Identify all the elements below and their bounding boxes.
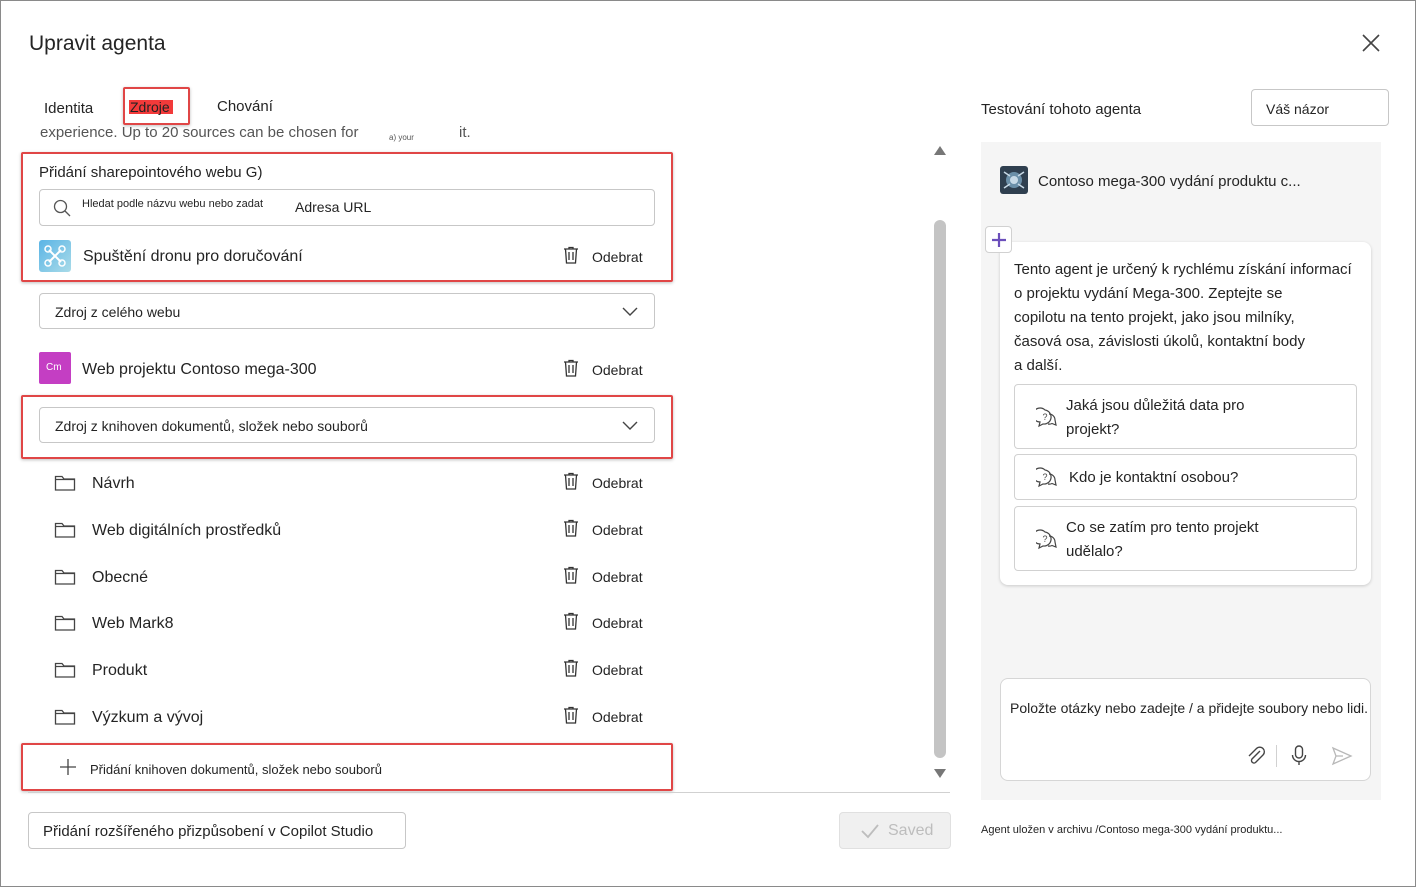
svg-text:?: ? — [1043, 412, 1048, 422]
paperclip-icon[interactable] — [1245, 745, 1267, 767]
agent-description-line: časová osa, závislosti úkolů, kontaktní … — [1014, 333, 1305, 350]
feedback-button[interactable]: Váš názor — [1251, 89, 1389, 126]
folder-icon — [54, 709, 76, 725]
agent-description-line: copilotu na tento projekt, jako jsou mil… — [1014, 309, 1295, 326]
add-library-label: Přidání knihoven dokumentů, složek nebo … — [90, 762, 382, 777]
site-scope-dropdown[interactable]: Zdroj z celého webu — [39, 293, 655, 329]
folder-icon — [54, 662, 76, 678]
folder-name: Výzkum a vývoj — [92, 709, 204, 726]
agent-description-line: a další. — [1014, 357, 1063, 374]
saved-button[interactable]: Saved — [839, 812, 951, 849]
trash-icon[interactable] — [561, 358, 581, 378]
description-cut-small: a) your — [389, 133, 414, 142]
folder-name: Obecné — [92, 569, 149, 586]
trash-icon[interactable] — [561, 518, 581, 538]
suggestion-text: projekt? — [1066, 421, 1120, 438]
description-cut-end: it. — [459, 124, 471, 141]
suggestion-button[interactable]: ? Kdo je kontaktní osobou? — [1014, 454, 1357, 500]
remove-button[interactable]: Odebrat — [592, 709, 643, 725]
trash-icon[interactable] — [561, 658, 581, 678]
chat-input-placeholder: Položte otázky nebo zadejte / a přidejte… — [1010, 700, 1369, 716]
scroll-up-arrow-icon[interactable] — [933, 144, 947, 156]
trash-icon[interactable] — [561, 565, 581, 585]
site-search-placeholder: Hledat podle názvu webu nebo zadat — [82, 198, 264, 210]
save-status: Agent uložen v archivu /Contoso mega-300… — [981, 824, 1283, 836]
description-cut-text: experience. Up to 20 sources can be chos… — [40, 124, 359, 141]
folder-icon — [54, 615, 76, 631]
folder-name: Návrh — [92, 475, 135, 492]
site-name: Spuštění dronu pro doručování — [83, 248, 303, 265]
suggestion-button[interactable]: ? Co se zatím pro tento projekt udělalo? — [1014, 506, 1357, 571]
suggestion-text: Co se zatím pro tento projekt — [1066, 519, 1259, 536]
tab-identity[interactable]: Identita — [44, 100, 93, 117]
remove-button[interactable]: Odebrat — [592, 249, 643, 265]
close-icon[interactable] — [1360, 32, 1382, 54]
suggestion-text: Jaká jsou důležitá data pro — [1066, 397, 1245, 414]
folder-name: Web Mark8 — [92, 615, 174, 632]
suggestion-button[interactable]: ? Jaká jsou důležitá data pro projekt? — [1014, 384, 1357, 449]
sharepoint-label: Přidání sharepointového webu G) — [39, 164, 263, 181]
agent-avatar-icon — [1000, 166, 1028, 194]
microphone-icon[interactable] — [1290, 744, 1308, 768]
site-avatar-initials: Cm — [46, 362, 62, 373]
suggestion-text: udělalo? — [1066, 543, 1123, 560]
remove-button[interactable]: Odebrat — [592, 475, 643, 491]
site-search-input[interactable]: Hledat podle názvu webu nebo zadat Adres… — [39, 189, 655, 226]
add-library-button[interactable]: Přidání knihoven dokumentů, složek nebo … — [40, 751, 640, 785]
plus-icon — [60, 759, 76, 775]
input-separator — [1276, 745, 1277, 767]
test-panel-title: Testování tohoto agenta — [981, 101, 1142, 118]
question-chat-icon: ? — [1036, 529, 1057, 550]
svg-text:?: ? — [1043, 472, 1048, 482]
plus-icon — [992, 233, 1006, 247]
agent-description-line: Tento agent je určený k rychlému získání… — [1014, 261, 1352, 278]
chat-input[interactable]: Položte otázky nebo zadejte / a přidejte… — [1000, 678, 1371, 781]
trash-icon[interactable] — [561, 471, 581, 491]
site-name: Web projektu Contoso mega-300 — [82, 361, 317, 378]
remove-button[interactable]: Odebrat — [592, 362, 643, 378]
site-avatar: Cm — [39, 352, 71, 384]
scroll-down-arrow-icon[interactable] — [933, 768, 947, 780]
send-icon[interactable] — [1331, 746, 1353, 766]
search-icon — [53, 199, 71, 217]
trash-icon[interactable] — [561, 705, 581, 725]
chevron-down-icon — [622, 307, 638, 316]
remove-button[interactable]: Odebrat — [592, 522, 643, 538]
site-scope-dropdown[interactable]: Zdroj z knihoven dokumentů, složek nebo … — [39, 407, 655, 443]
checkmark-icon — [861, 824, 879, 839]
add-button[interactable] — [985, 226, 1012, 253]
suggestion-text: Kdo je kontaktní osobou? — [1069, 469, 1239, 486]
agent-name: Contoso mega-300 vydání produktu c... — [1038, 173, 1301, 190]
svg-text:?: ? — [1043, 534, 1048, 544]
remove-button[interactable]: Odebrat — [592, 569, 643, 585]
saved-label: Saved — [888, 822, 934, 839]
chevron-down-icon — [622, 421, 638, 430]
folder-icon — [54, 569, 76, 585]
agent-description-line: o projektu vydání Mega-300. Zeptejte se — [1014, 285, 1283, 302]
copilot-studio-button[interactable]: Přidání rozšířeného přizpůsobení v Copil… — [28, 812, 406, 849]
tab-sources-outline — [123, 87, 190, 125]
remove-button[interactable]: Odebrat — [592, 662, 643, 678]
tab-behavior[interactable]: Chování — [217, 98, 273, 115]
dropdown-label: Zdroj z celého webu — [55, 304, 181, 320]
folder-icon — [54, 522, 76, 538]
trash-icon[interactable] — [561, 245, 581, 265]
folder-icon — [54, 475, 76, 491]
trash-icon[interactable] — [561, 611, 581, 631]
folder-name: Web digitálních prostředků — [92, 522, 282, 539]
feedback-label: Váš názor — [1266, 101, 1330, 117]
dialog-title: Upravit agenta — [29, 32, 166, 55]
question-chat-icon: ? — [1036, 467, 1057, 488]
site-search-value: Adresa URL — [295, 199, 372, 215]
drone-site-icon — [39, 240, 71, 272]
footer-divider — [28, 792, 950, 793]
folder-name: Produkt — [92, 662, 148, 679]
dropdown-label: Zdroj z knihoven dokumentů, složek nebo … — [55, 418, 368, 434]
scrollbar-thumb[interactable] — [934, 220, 946, 758]
question-chat-icon: ? — [1036, 407, 1057, 428]
remove-button[interactable]: Odebrat — [592, 615, 643, 631]
copilot-studio-label: Přidání rozšířeného přizpůsobení v Copil… — [43, 823, 374, 840]
